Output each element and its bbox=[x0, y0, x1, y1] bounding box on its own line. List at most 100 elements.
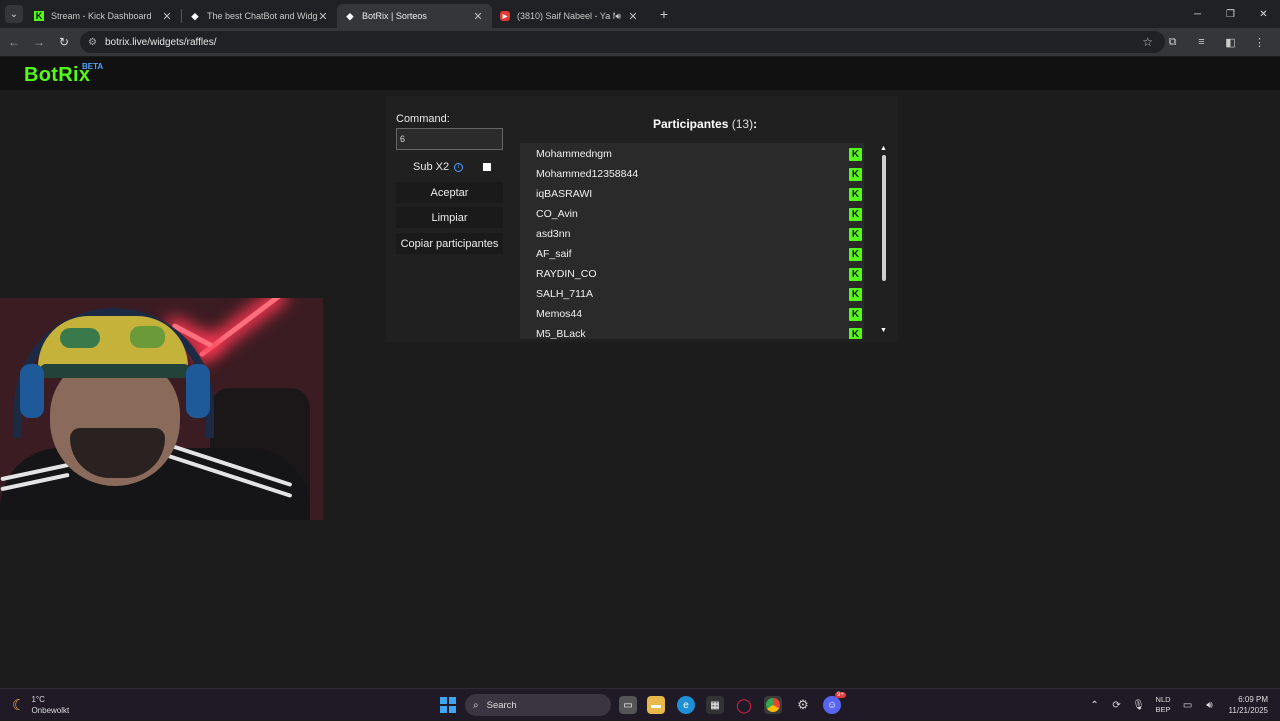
headset-earcup bbox=[20, 364, 44, 418]
menu-icon[interactable]: ⋮ bbox=[1245, 31, 1274, 53]
info-icon[interactable]: i bbox=[454, 162, 464, 172]
close-tab-icon[interactable]: ✕ bbox=[161, 10, 173, 23]
botrix-icon: ◆ bbox=[346, 10, 354, 21]
participants-title-text: Participantes bbox=[653, 117, 729, 131]
participants-list[interactable]: Mohammedngm K Mohammed12358844 K iqBASRAWI… bbox=[520, 143, 864, 339]
command-input[interactable] bbox=[396, 128, 503, 150]
list-item[interactable]: asd3nn K bbox=[536, 224, 862, 244]
windows-taskbar: ☾ 1°C Onbewolkt ⌕ Search ▭ ▬ e ▦ ◯ ⚙ ☺ 9… bbox=[0, 688, 1280, 720]
youtube-icon: ▶ bbox=[500, 11, 510, 21]
lang-code: NLD bbox=[1155, 695, 1171, 704]
sub-x2-checkbox[interactable] bbox=[483, 163, 491, 171]
tab-search-button[interactable]: ⌄ bbox=[5, 5, 23, 23]
botrix-icon: ◆ bbox=[191, 10, 199, 21]
back-icon[interactable]: ← bbox=[3, 31, 25, 53]
windows-start-icon[interactable] bbox=[440, 697, 456, 713]
clear-button[interactable]: Limpiar bbox=[396, 207, 503, 228]
tab-label: (3810) Saif Nabeel - Ya Mal bbox=[517, 11, 615, 21]
browser-tabstrip: ⌄ K Stream - Kick Dashboard ✕ ◆ The best… bbox=[0, 0, 1280, 28]
store-icon[interactable]: ▦ bbox=[706, 696, 724, 714]
edge-icon[interactable]: e bbox=[677, 696, 695, 714]
list-item[interactable]: AF_saif K bbox=[536, 244, 862, 264]
kick-icon: K bbox=[34, 11, 44, 21]
cap-pattern bbox=[60, 328, 100, 348]
restore-icon[interactable]: ❐ bbox=[1214, 0, 1247, 28]
copy-participants-button[interactable]: Copiar participantes bbox=[396, 233, 503, 254]
site-header: BotRix BETA bbox=[0, 57, 1280, 90]
headset-earcup bbox=[186, 364, 210, 418]
raffle-panel: Command: Sub X2 i Aceptar Limpiar Copiar… bbox=[386, 96, 898, 342]
list-item[interactable]: SALH_711A K bbox=[536, 284, 862, 304]
participants-title: Participantes (13): bbox=[653, 117, 757, 131]
extensions-icon[interactable]: ⧉ bbox=[1158, 31, 1187, 53]
participant-name: CO_Avin bbox=[536, 208, 578, 220]
close-window-icon[interactable]: ✕ bbox=[1247, 0, 1280, 28]
list-item[interactable]: Mohammedngm K bbox=[536, 144, 862, 164]
task-view-icon[interactable]: ▭ bbox=[619, 696, 637, 714]
settings-icon[interactable]: ⚙ bbox=[794, 696, 812, 714]
tab-label: The best ChatBot and Widgets bbox=[207, 11, 317, 21]
clock[interactable]: 6:09 PM 11/21/2025 bbox=[1229, 694, 1268, 716]
minimize-icon[interactable]: ─ bbox=[1181, 0, 1214, 28]
scroll-down-arrow-icon[interactable]: ▼ bbox=[880, 327, 887, 334]
participant-name: RAYDIN_CO bbox=[536, 268, 597, 280]
system-tray: ⌃ ⟳ 🎙︎ NLD BEP ▭ 🔊︎ 6:09 PM 11/21/2025 bbox=[1084, 689, 1280, 721]
kick-icon: K bbox=[849, 147, 862, 161]
participant-name: Mohammedngm bbox=[536, 148, 612, 160]
chevron-up-icon[interactable]: ⌃ bbox=[1084, 700, 1106, 711]
list-item[interactable]: CO_Avin K bbox=[536, 204, 862, 224]
tab-botrix-sorteos[interactable]: ◆ BotRix | Sorteos ✕ bbox=[337, 4, 492, 28]
close-tab-icon[interactable]: ✕ bbox=[627, 10, 639, 23]
sync-icon[interactable]: ⟳ bbox=[1106, 700, 1128, 711]
discord-badge: 9+ bbox=[835, 692, 846, 698]
close-tab-icon[interactable]: ✕ bbox=[472, 10, 484, 23]
sub-x2-label: Sub X2 bbox=[413, 161, 450, 173]
reload-icon[interactable]: ↻ bbox=[53, 31, 75, 53]
tab-youtube[interactable]: ▶ (3810) Saif Nabeel - Ya Mal 🔊︎ ✕ bbox=[492, 4, 647, 28]
list-item[interactable]: iqBASRAWI K bbox=[536, 184, 862, 204]
window-controls: ─ ❐ ✕ bbox=[1181, 0, 1280, 28]
botrix-logo[interactable]: BotRix bbox=[24, 64, 90, 87]
media-control-icon[interactable]: ≡ bbox=[1187, 31, 1216, 53]
participant-name: M5_BLack bbox=[536, 328, 586, 339]
language-indicator[interactable]: NLD BEP bbox=[1156, 695, 1171, 715]
chrome-icon[interactable] bbox=[764, 696, 782, 714]
participant-name: Mohammed12358844 bbox=[536, 168, 639, 180]
weather-widget[interactable]: ☾ 1°C Onbewolkt bbox=[12, 694, 69, 716]
tab-label: BotRix | Sorteos bbox=[362, 11, 427, 21]
close-tab-icon[interactable]: ✕ bbox=[317, 10, 329, 23]
new-tab-button[interactable]: + bbox=[655, 5, 673, 23]
accept-button[interactable]: Aceptar bbox=[396, 182, 503, 203]
list-item[interactable]: RAYDIN_CO K bbox=[536, 264, 862, 284]
kick-icon: K bbox=[849, 187, 862, 201]
tab-kick-dashboard[interactable]: K Stream - Kick Dashboard ✕ bbox=[26, 4, 181, 28]
opera-icon[interactable]: ◯ bbox=[735, 696, 753, 714]
scroll-up-arrow-icon[interactable]: ▲ bbox=[880, 145, 887, 152]
forward-icon[interactable]: → bbox=[28, 31, 50, 53]
command-label: Command: bbox=[396, 113, 450, 125]
discord-icon[interactable]: ☺ bbox=[823, 696, 841, 714]
webcam-overlay bbox=[0, 298, 323, 520]
weather-desc: Onbewolkt bbox=[31, 706, 70, 715]
clock-time: 6:09 PM bbox=[1238, 695, 1268, 704]
site-info-icon[interactable]: ⚙ bbox=[88, 37, 97, 48]
network-icon[interactable]: ▭ bbox=[1177, 700, 1199, 711]
list-item[interactable]: M5_BLack K bbox=[536, 324, 862, 339]
cap-pattern bbox=[130, 326, 165, 348]
scrollbar-thumb[interactable] bbox=[882, 155, 886, 281]
taskbar-search[interactable]: ⌕ Search bbox=[465, 694, 611, 716]
volume-icon[interactable]: 🔊︎ bbox=[1199, 700, 1221, 711]
address-bar[interactable]: ⚙ botrix.live/widgets/raffles/ ☆ bbox=[80, 31, 1165, 53]
list-item[interactable]: Mohammed12358844 K bbox=[536, 164, 862, 184]
list-item[interactable]: Memos44 K bbox=[536, 304, 862, 324]
file-explorer-icon[interactable]: ▬ bbox=[647, 696, 665, 714]
kick-icon: K bbox=[849, 247, 862, 261]
microphone-icon[interactable]: 🎙︎ bbox=[1128, 700, 1150, 711]
kick-icon: K bbox=[849, 307, 862, 321]
bookmark-star-icon[interactable]: ☆ bbox=[1142, 35, 1153, 49]
weather-text: 1°C Onbewolkt bbox=[31, 694, 69, 716]
tab-botrix-home[interactable]: ◆ The best ChatBot and Widgets ✕ bbox=[182, 4, 337, 28]
speaker-icon[interactable]: 🔊︎ bbox=[615, 11, 621, 22]
profile-icon[interactable]: ◧ bbox=[1216, 31, 1245, 53]
tab-label: Stream - Kick Dashboard bbox=[51, 11, 152, 21]
